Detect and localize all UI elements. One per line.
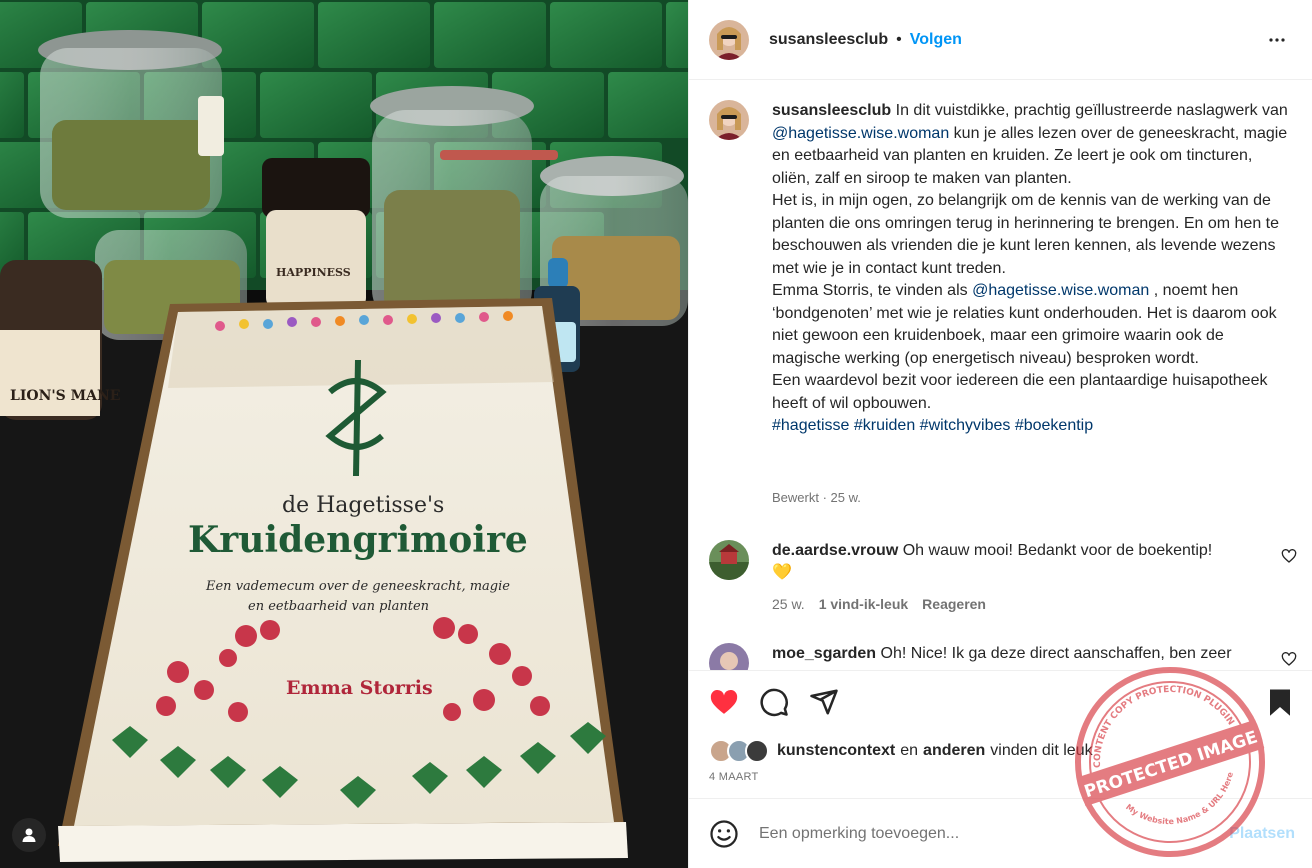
liker-avatar <box>745 739 769 763</box>
commenter-avatar[interactable] <box>709 540 749 580</box>
post-date: 4 MAART <box>709 771 759 783</box>
jar-label-lions-mane: LION'S MANE <box>10 388 120 404</box>
commenter-avatar[interactable] <box>709 643 749 670</box>
caption-username[interactable]: susansleesclub <box>772 102 891 119</box>
book-title-line2: Kruidengrimoire <box>188 519 528 561</box>
post-header: susansleesclub • Volgen <box>689 0 1312 80</box>
comment-item: de.aardse.vrouw Oh wauw mooi! Bedankt vo… <box>709 540 1299 630</box>
post-comment-button[interactable]: Plaatsen <box>1229 825 1295 843</box>
comment-input[interactable] <box>759 824 1199 843</box>
book-title-line1: de Hagetisse's <box>282 493 444 518</box>
caption-p1-before: In dit vuistdikke, prachtig geïllustreer… <box>895 102 1288 119</box>
comment-likes-count[interactable]: 1 vind-ik-leuk <box>819 596 908 612</box>
heart-filled-icon[interactable] <box>709 687 739 717</box>
caption-p3-before: Emma Storris, te vinden als <box>772 282 968 299</box>
more-icon <box>1269 38 1285 42</box>
comment-age: 25 w. <box>772 596 805 612</box>
comment-actions: 25 w. 1 vind-ik-leuk Reageren <box>772 596 986 612</box>
likes-others-link[interactable]: anderen <box>923 742 985 760</box>
comment-text: Oh wauw mooi! Bedankt voor de boekentip! <box>902 542 1213 559</box>
commenter-username[interactable]: moe_sgarden <box>772 645 876 662</box>
share-icon[interactable] <box>809 687 839 717</box>
heart-outline-icon[interactable] <box>1281 651 1297 667</box>
caption-avatar[interactable] <box>709 100 749 140</box>
commenter-username[interactable]: de.aardse.vrouw <box>772 542 898 559</box>
likes-suffix: vinden dit leuk <box>990 742 1093 759</box>
book-subtitle-line1: Een vademecum over de geneeskracht, magi… <box>205 579 510 594</box>
comment-emoji: 💛 <box>772 564 792 581</box>
hashtag-link[interactable]: #boekentip <box>1015 417 1093 434</box>
follow-button[interactable]: Volgen <box>910 31 962 49</box>
liker-username[interactable]: kunstencontext <box>777 742 895 760</box>
more-options-button[interactable] <box>1265 28 1289 52</box>
jar-label-happiness: HAPPINESS <box>276 266 351 279</box>
caption-p4: Een waardevol bezit voor iedereen die ee… <box>772 372 1268 412</box>
tagged-users-button[interactable] <box>12 818 46 852</box>
caption-meta: Bewerkt · 25 w. <box>772 490 861 505</box>
post-photo[interactable]: LION'S MANE HAPPINESS de Hagetisse's Kru… <box>0 0 688 868</box>
likes-summary: kunstencontext en anderen vinden dit leu… <box>709 739 1093 763</box>
mention-link[interactable]: @hagetisse.wise.woman <box>772 125 949 142</box>
book-author: Emma Storris <box>286 677 433 699</box>
comment-icon[interactable] <box>759 687 789 717</box>
author-avatar[interactable] <box>709 19 749 60</box>
author-username[interactable]: susansleesclub <box>769 31 888 49</box>
comment-body: moe_sgarden Oh! Nice! Ik ga deze direct … <box>772 643 1257 665</box>
emoji-icon[interactable] <box>709 819 739 849</box>
caption-text: susansleesclub In dit vuistdikke, pracht… <box>772 100 1292 438</box>
post-photo-canvas: LION'S MANE HAPPINESS de Hagetisse's Kru… <box>0 0 688 868</box>
add-comment-bar: Plaatsen <box>689 798 1312 868</box>
comment-body: de.aardse.vrouw Oh wauw mooi! Bedankt vo… <box>772 540 1257 584</box>
comment-text: Oh! Nice! Ik ga deze direct aanschaffen,… <box>880 645 1232 662</box>
heart-outline-icon[interactable] <box>1281 548 1297 564</box>
reply-button[interactable]: Reageren <box>922 596 986 612</box>
separator-dot: • <box>896 30 902 48</box>
hashtag-link[interactable]: #witchyvibes <box>920 417 1011 434</box>
likes-and: en <box>900 742 919 759</box>
caption-p2: Het is, in mijn ogen, zo belangrijk om d… <box>772 192 1280 277</box>
mention-link[interactable]: @hagetisse.wise.woman <box>972 282 1149 299</box>
bookmark-icon[interactable] <box>1265 687 1295 717</box>
comments-section[interactable]: susansleesclub In dit vuistdikke, pracht… <box>689 80 1312 670</box>
user-icon <box>22 828 36 842</box>
hashtag-link[interactable]: #hagetisse <box>772 417 849 434</box>
hashtag-link[interactable]: #kruiden <box>854 417 915 434</box>
liker-avatars <box>709 739 769 763</box>
comment-item: moe_sgarden Oh! Nice! Ik ga deze direct … <box>709 643 1299 670</box>
book-subtitle-line2: en eetbaarheid van planten <box>248 599 429 614</box>
post-details-pane: susansleesclub • Volgen susansleesclub I… <box>688 0 1312 868</box>
